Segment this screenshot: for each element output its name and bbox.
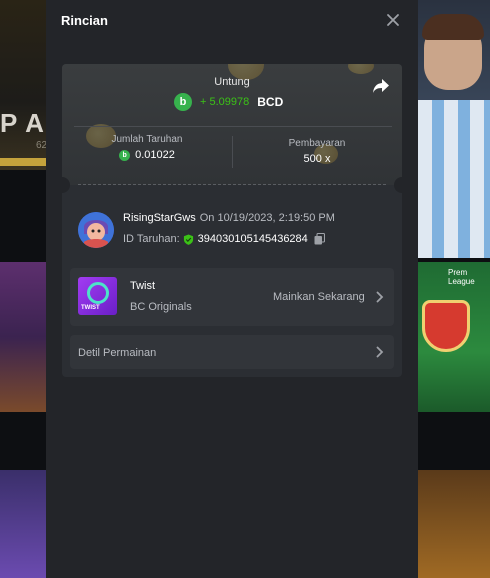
bet-id-label: ID Taruhan: xyxy=(123,233,180,245)
bet-info: RisingStarGws On 10/19/2023, 2:19:50 PM I… xyxy=(78,212,378,252)
game-details-label: Detil Permainan xyxy=(78,347,157,359)
payout-stat: Pembayaran 500 x xyxy=(232,138,402,165)
league-logo-text: Prem League xyxy=(448,268,475,286)
game-name: Twist xyxy=(130,280,156,292)
play-now-link[interactable]: Mainkan Sekarang xyxy=(273,291,365,303)
shield-icon xyxy=(183,233,193,245)
username[interactable]: RisingStarGws xyxy=(123,212,196,224)
profit-label: Untung xyxy=(214,76,250,88)
divider xyxy=(74,126,392,127)
avatar-image xyxy=(78,212,114,248)
bet-datetime: On 10/19/2023, 2:19:50 PM xyxy=(199,212,335,224)
modal-title: Rincian xyxy=(61,13,108,28)
avatar[interactable] xyxy=(78,212,114,248)
bet-id-line: ID Taruhan: 394030105145436284 xyxy=(123,233,325,245)
game-thumbnail: TWIST xyxy=(78,277,117,315)
bcd-coin-icon: b xyxy=(119,149,131,161)
background-game-tile xyxy=(0,262,46,412)
share-button[interactable] xyxy=(372,78,390,94)
share-icon xyxy=(373,79,389,93)
bet-details-modal: Rincian Untung b + 5.09978 BCD Jumlah Ta… xyxy=(46,0,418,578)
bet-card: Untung b + 5.09978 BCD Jumlah Taruhan b … xyxy=(62,64,402,377)
close-button[interactable] xyxy=(384,11,402,29)
game-provider: BC Originals xyxy=(130,301,192,313)
game-thumbnail-label: TWIST xyxy=(81,305,100,311)
bcd-coin-icon: b xyxy=(174,93,192,111)
banner-bar xyxy=(0,158,46,166)
chevron-right-icon xyxy=(376,291,384,303)
payout-label: Pembayaran xyxy=(288,138,346,149)
modal-header: Rincian xyxy=(46,0,418,42)
ticket-notch xyxy=(394,177,402,193)
background-banner: P A 62 xyxy=(0,0,47,170)
profit-summary: Untung b + 5.09978 BCD Jumlah Taruhan b … xyxy=(62,64,402,185)
background-game-tile xyxy=(418,470,490,578)
profit-amount: b + 5.09978 BCD xyxy=(174,92,283,112)
payout-value: 500 x xyxy=(303,153,331,165)
background-game-tile xyxy=(0,470,46,578)
bet-amount-value: 0.01022 xyxy=(135,149,175,161)
club-badge xyxy=(422,300,470,352)
chevron-right-icon xyxy=(376,346,384,358)
background-sports-tile: Prem League xyxy=(418,262,490,412)
close-icon xyxy=(387,14,399,26)
bet-id-value: 394030105145436284 xyxy=(197,233,308,245)
profit-currency: BCD xyxy=(257,95,284,109)
banner-text: P A xyxy=(0,108,45,138)
game-link[interactable]: TWIST Twist BC Originals Mainkan Sekaran… xyxy=(70,268,394,326)
bet-amount-stat: Jumlah Taruhan b 0.01022 xyxy=(62,134,232,161)
dashed-separator xyxy=(78,184,386,185)
copy-icon[interactable] xyxy=(314,233,325,245)
game-details-button[interactable]: Detil Permainan xyxy=(70,335,394,369)
bet-amount-label: Jumlah Taruhan xyxy=(111,134,183,145)
profit-value: + 5.09978 xyxy=(200,96,250,108)
background-player-image xyxy=(418,0,490,258)
